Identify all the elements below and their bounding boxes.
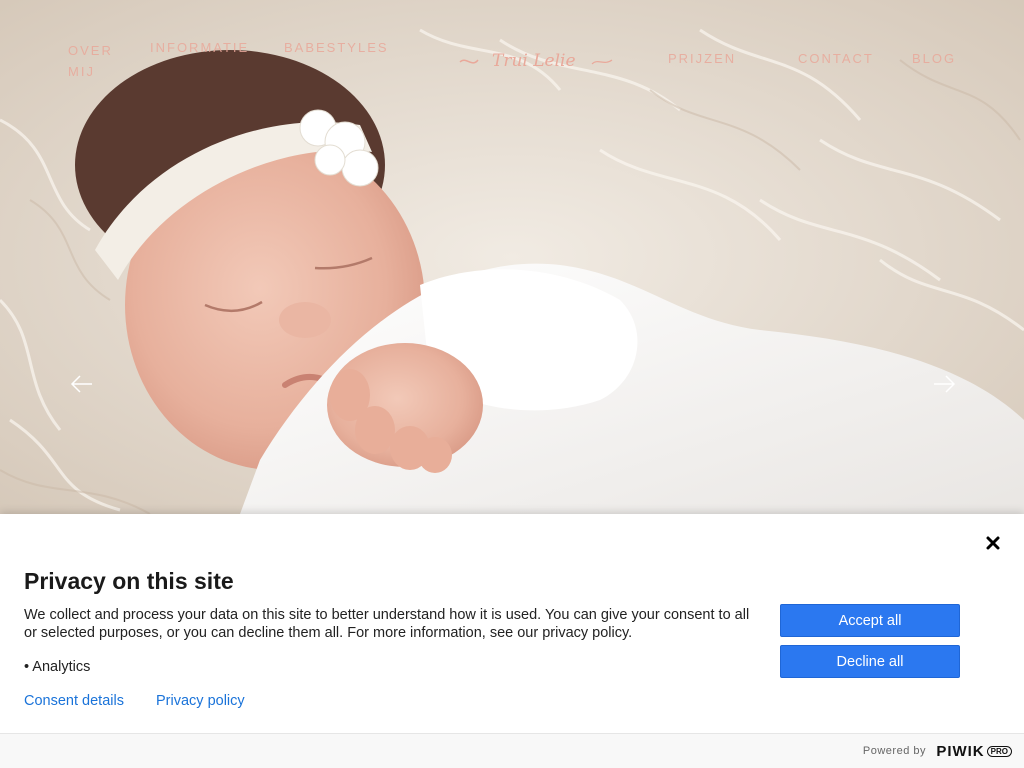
hero-slider: OVER MIJ INFORMATIE BABESTYLES Trui Leli… xyxy=(0,0,1024,514)
privacy-consent-banner: Privacy on this site We collect and proc… xyxy=(0,514,1024,768)
purpose-analytics: • Analytics xyxy=(24,659,91,675)
nav-babestyles[interactable]: BABESTYLES xyxy=(284,40,389,55)
logo-text: Trui Lelie xyxy=(492,51,576,71)
nav-over-mij[interactable]: OVER MIJ xyxy=(68,40,128,82)
consent-details-link[interactable]: Consent details xyxy=(24,693,124,709)
nav-prijzen[interactable]: PRIJZEN xyxy=(668,51,736,66)
powered-by-label: Powered by xyxy=(862,745,926,757)
nav-informatie[interactable]: INFORMATIE xyxy=(150,40,249,55)
piwik-brand: PIWIK xyxy=(936,742,985,760)
piwik-pro-logo[interactable]: PIWIK PRO xyxy=(936,741,1012,761)
accept-all-button[interactable]: Accept all xyxy=(780,604,960,637)
arrow-left-icon[interactable] xyxy=(68,368,100,400)
nav-blog[interactable]: BLOG xyxy=(912,51,956,66)
pro-badge: PRO xyxy=(986,745,1012,757)
close-icon[interactable] xyxy=(984,534,1002,552)
banner-footer: Powered by PIWIK PRO xyxy=(0,733,1024,768)
arrow-right-icon[interactable] xyxy=(926,368,958,400)
site-logo[interactable]: Trui Lelie xyxy=(456,44,616,80)
nav-contact[interactable]: CONTACT xyxy=(798,51,874,66)
privacy-policy-link[interactable]: Privacy policy xyxy=(156,693,245,709)
banner-title: Privacy on this site xyxy=(24,568,234,594)
banner-description: We collect and process your data on this… xyxy=(24,607,750,641)
decline-all-button[interactable]: Decline all xyxy=(780,645,960,678)
